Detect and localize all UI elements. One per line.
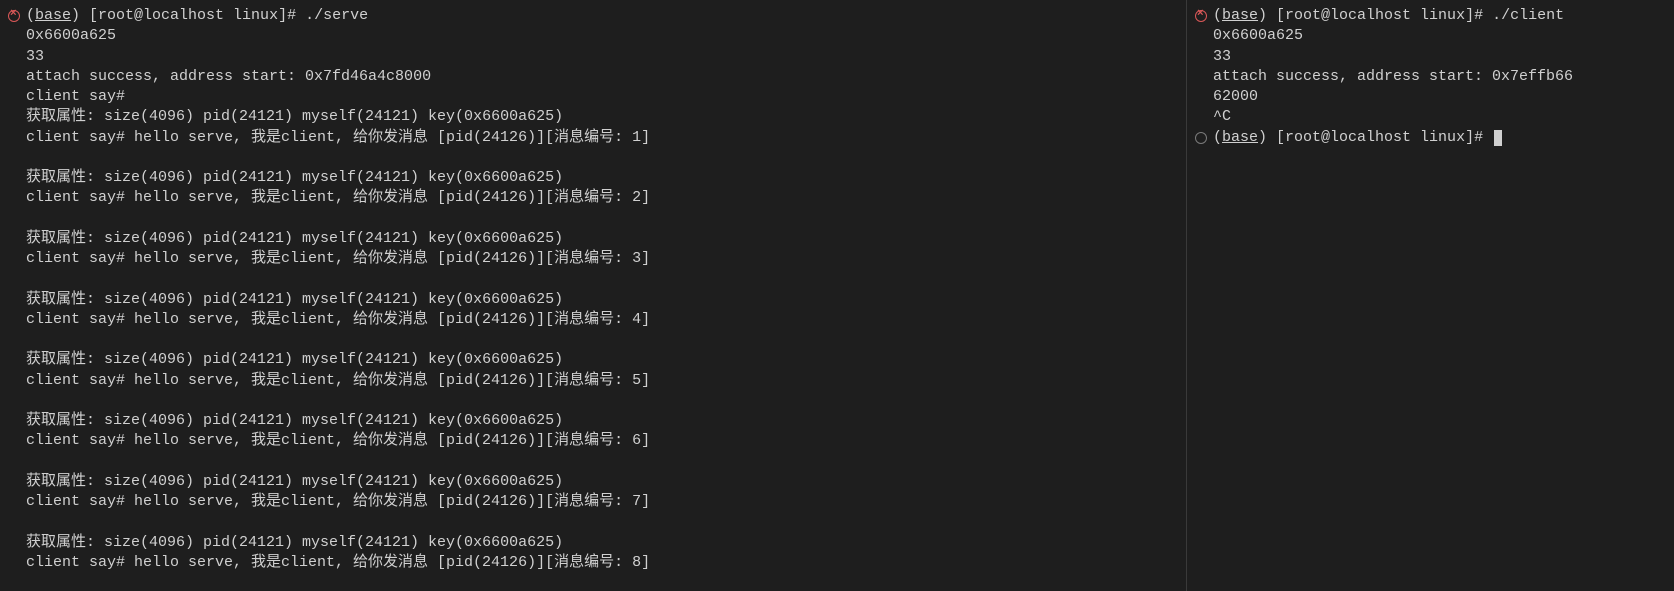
env-base: base <box>35 7 71 24</box>
output-line: 33 <box>1195 47 1662 67</box>
output-line: 0x6600a625 <box>8 26 1174 46</box>
cursor <box>1494 130 1502 146</box>
attr-line: 获取属性: size(4096) pid(24121) myself(24121… <box>8 533 1174 553</box>
output-line: 0x6600a625 <box>1195 26 1662 46</box>
terminal-pane-left[interactable]: (base) [root@localhost linux]# ./serve 0… <box>0 0 1187 591</box>
ok-icon <box>1195 132 1207 144</box>
output-line: 62000 <box>1195 87 1662 107</box>
attr-line: 获取属性: size(4096) pid(24121) myself(24121… <box>8 229 1174 249</box>
blank-line <box>8 209 1174 229</box>
output-line: 33 <box>8 47 1174 67</box>
prompt-line-serve: (base) [root@localhost linux]# ./serve <box>8 6 1174 26</box>
error-icon <box>1195 10 1207 22</box>
prompt-text: (base) [root@localhost linux]# <box>1213 128 1502 148</box>
output-line: attach success, address start: 0x7fd46a4… <box>8 67 1174 87</box>
blank-line <box>8 452 1174 472</box>
output-line: client say# <box>8 87 1174 107</box>
env-base: base <box>1222 7 1258 24</box>
output-line: ^C <box>1195 107 1662 127</box>
msg-line: client say# hello serve, 我是client, 给你发消息… <box>8 553 1174 573</box>
msg-line: client say# hello serve, 我是client, 给你发消息… <box>8 310 1174 330</box>
terminal-pane-right[interactable]: (base) [root@localhost linux]# ./client … <box>1187 0 1674 591</box>
prompt-rest: ) [root@localhost linux]# ./client <box>1258 7 1564 24</box>
msg-line: client say# hello serve, 我是client, 给你发消息… <box>8 249 1174 269</box>
attr-line: 获取属性: size(4096) pid(24121) myself(24121… <box>8 350 1174 370</box>
attr-line: 获取属性: size(4096) pid(24121) myself(24121… <box>8 168 1174 188</box>
output-line: attach success, address start: 0x7effb66 <box>1195 67 1662 87</box>
prompt-rest: ) [root@localhost linux]# ./serve <box>71 7 368 24</box>
msg-line: client say# hello serve, 我是client, 给你发消息… <box>8 431 1174 451</box>
prompt-line-idle: (base) [root@localhost linux]# <box>1195 128 1662 148</box>
blank-line <box>8 269 1174 289</box>
blank-line <box>8 330 1174 350</box>
attr-line: 获取属性: size(4096) pid(24121) myself(24121… <box>8 411 1174 431</box>
prompt-text: (base) [root@localhost linux]# ./client <box>1213 6 1564 26</box>
attr-line: 获取属性: size(4096) pid(24121) myself(24121… <box>8 290 1174 310</box>
attr-line: 获取属性: size(4096) pid(24121) myself(24121… <box>8 472 1174 492</box>
prompt-line-client: (base) [root@localhost linux]# ./client <box>1195 6 1662 26</box>
prompt-rest: ) [root@localhost linux]# <box>1258 129 1492 146</box>
msg-line: client say# hello serve, 我是client, 给你发消息… <box>8 188 1174 208</box>
env-base: base <box>1222 129 1258 146</box>
error-icon <box>8 10 20 22</box>
msg-line: client say# hello serve, 我是client, 给你发消息… <box>8 128 1174 148</box>
blank-line <box>8 512 1174 532</box>
msg-line: client say# hello serve, 我是client, 给你发消息… <box>8 492 1174 512</box>
attr-line: 获取属性: size(4096) pid(24121) myself(24121… <box>8 107 1174 127</box>
blank-line <box>8 148 1174 168</box>
msg-line: client say# hello serve, 我是client, 给你发消息… <box>8 371 1174 391</box>
prompt-text: (base) [root@localhost linux]# ./serve <box>26 6 368 26</box>
blank-line <box>8 391 1174 411</box>
